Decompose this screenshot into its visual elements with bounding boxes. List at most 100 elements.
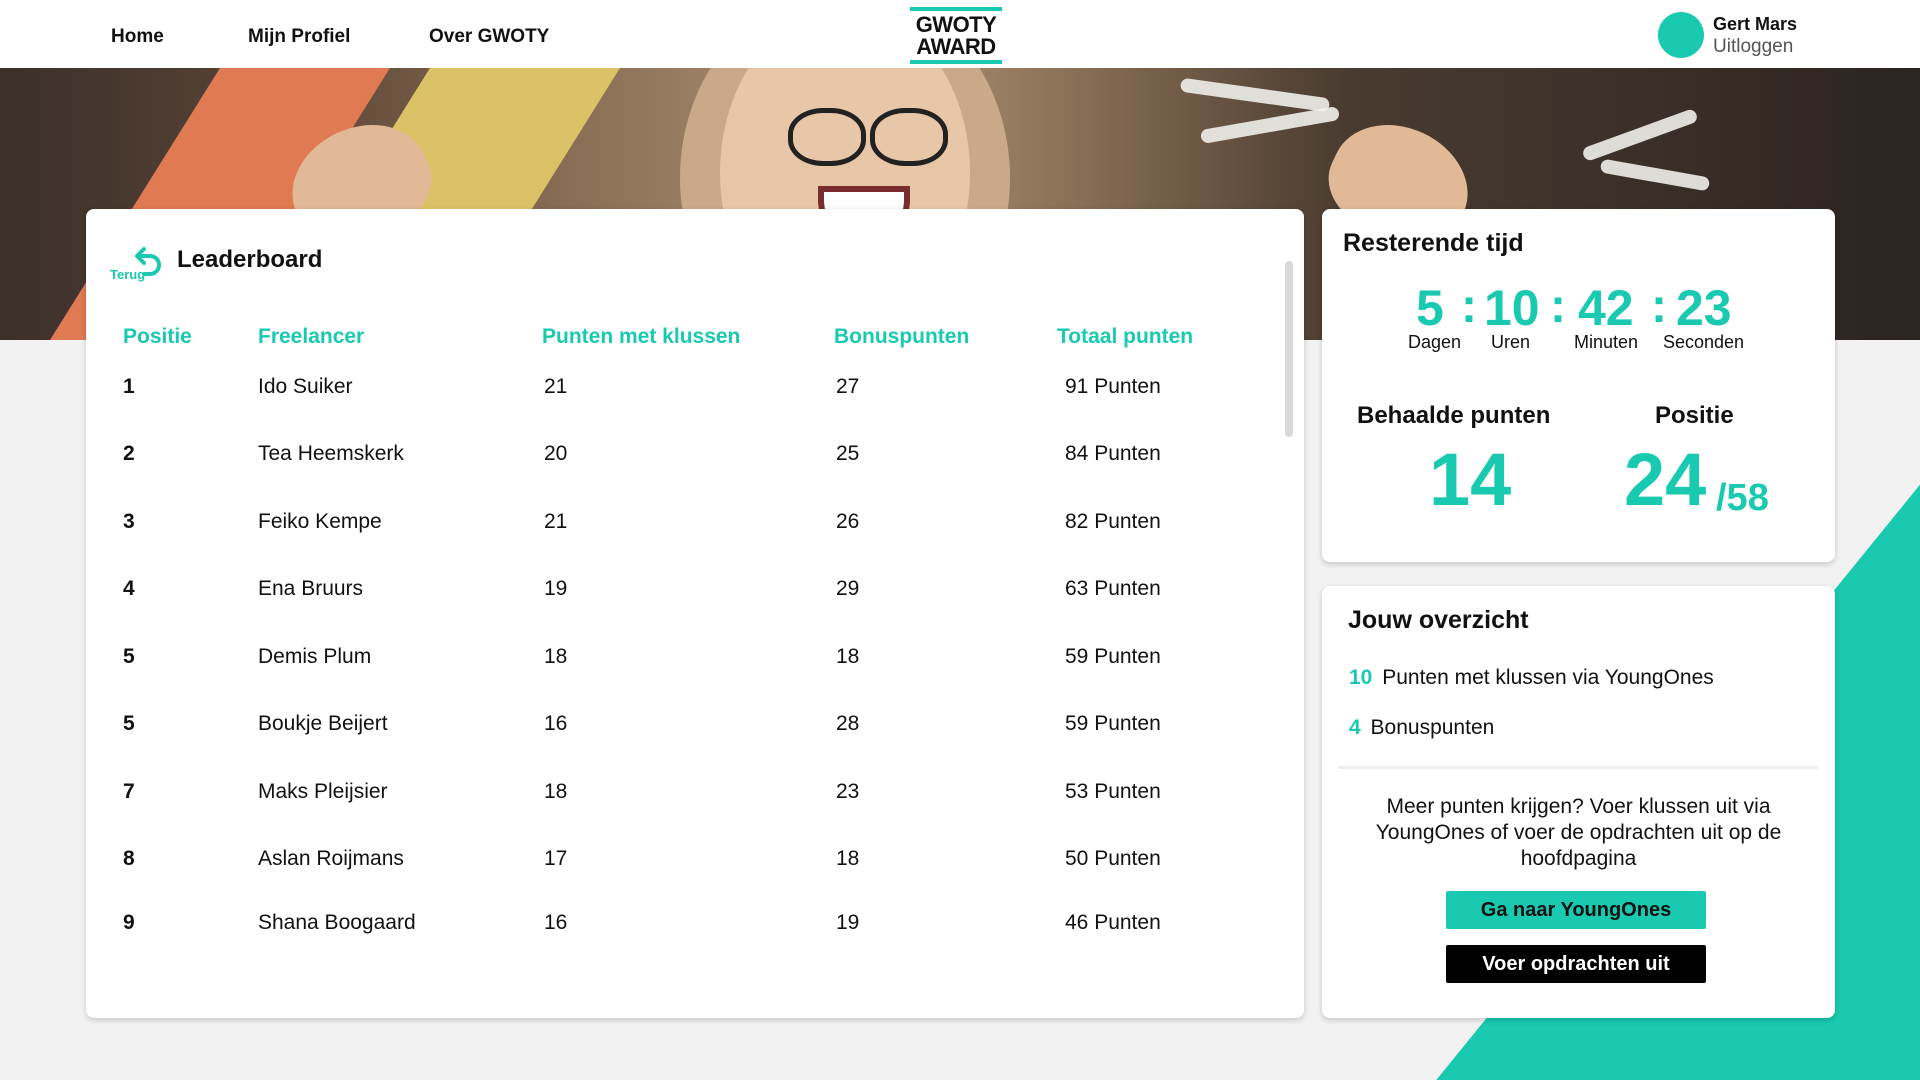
overview-card: Jouw overzicht 10 Punten met klussen via… bbox=[1322, 586, 1835, 1018]
overview-bonus-points: 4 Bonuspunten bbox=[1349, 716, 1494, 740]
cell-freelancer: Boukje Beijert bbox=[258, 712, 388, 735]
column-header-total-points[interactable]: Totaal punten bbox=[1057, 325, 1193, 349]
table-row[interactable]: 4 Ena Bruurs 19 29 63 Punten bbox=[86, 577, 1266, 617]
cell-total-points: 91 Punten bbox=[1065, 375, 1161, 398]
cell-position: 9 bbox=[123, 911, 135, 934]
table-row[interactable]: 2 Tea Heemskerk 20 25 84 Punten bbox=[86, 442, 1266, 482]
overview-bonus-points-label: Bonuspunten bbox=[1370, 716, 1495, 739]
cell-position: 1 bbox=[123, 375, 135, 398]
countdown-minutes-label: Minuten bbox=[1574, 332, 1639, 352]
divider bbox=[1338, 766, 1818, 769]
position-label: Positie bbox=[1655, 402, 1734, 429]
countdown-colon: : bbox=[1550, 280, 1566, 333]
cell-position: 3 bbox=[123, 510, 135, 533]
cell-bonus-points: 18 bbox=[836, 847, 860, 870]
overview-job-points: 10 Punten met klussen via YoungOnes bbox=[1349, 666, 1714, 690]
cell-position: 8 bbox=[123, 847, 135, 870]
nav-home-link[interactable]: Home bbox=[111, 26, 164, 48]
countdown-days: 5 bbox=[1416, 280, 1444, 336]
logout-link[interactable]: Uitloggen bbox=[1713, 36, 1793, 58]
cell-position: 7 bbox=[123, 780, 135, 803]
countdown-seconds-label: Seconden bbox=[1663, 332, 1745, 352]
overview-job-points-value: 10 bbox=[1349, 666, 1373, 689]
table-row[interactable]: 7 Maks Pleijsier 18 23 53 Punten bbox=[86, 780, 1266, 820]
countdown-minutes: 42 bbox=[1578, 280, 1634, 336]
table-row[interactable]: 3 Feiko Kempe 21 26 82 Punten bbox=[86, 510, 1266, 550]
table-row[interactable]: 5 Demis Plum 18 18 59 Punten bbox=[86, 645, 1266, 685]
cell-total-points: 84 Punten bbox=[1065, 442, 1161, 465]
cell-total-points: 59 Punten bbox=[1065, 712, 1161, 735]
points-label: Behaalde punten bbox=[1357, 402, 1551, 429]
logo-line-2: AWARD bbox=[916, 33, 996, 59]
cell-freelancer: Ido Suiker bbox=[258, 375, 353, 398]
top-navigation: Home Mijn Profiel Over GWOTY GWOTY AWARD… bbox=[0, 0, 1920, 68]
cell-total-points: 82 Punten bbox=[1065, 510, 1161, 533]
cell-freelancer: Feiko Kempe bbox=[258, 510, 382, 533]
column-header-bonus-points[interactable]: Bonuspunten bbox=[834, 325, 969, 349]
overview-bonus-points-value: 4 bbox=[1349, 716, 1361, 739]
cell-freelancer: Maks Pleijsier bbox=[258, 780, 388, 803]
hero-light bbox=[1179, 77, 1331, 113]
cell-total-points: 53 Punten bbox=[1065, 780, 1161, 803]
table-row[interactable]: 9 Shana Boogaard 16 19 46 Punten bbox=[86, 911, 1266, 951]
cell-freelancer: Ena Bruurs bbox=[258, 577, 364, 600]
leaderboard-title: Leaderboard bbox=[177, 246, 323, 273]
cell-position: 2 bbox=[123, 442, 135, 465]
do-assignments-button[interactable]: Voer opdrachten uit bbox=[1446, 945, 1706, 983]
countdown-card: Resterende tijd 5 : 10 : 42 : 23 Dagen U… bbox=[1322, 209, 1835, 562]
hero-light bbox=[1199, 105, 1341, 145]
column-header-job-points[interactable]: Punten met klussen bbox=[542, 325, 740, 349]
go-to-youngones-button[interactable]: Ga naar YoungOnes bbox=[1446, 891, 1706, 929]
cell-job-points: 21 bbox=[544, 375, 568, 398]
nav-about-link[interactable]: Over GWOTY bbox=[429, 26, 549, 48]
column-header-position[interactable]: Positie bbox=[123, 325, 192, 349]
nav-profile-link[interactable]: Mijn Profiel bbox=[248, 26, 350, 48]
logo-line-1: GWOTY bbox=[915, 11, 997, 37]
countdown-title: Resterende tijd bbox=[1343, 229, 1524, 257]
cell-bonus-points: 25 bbox=[836, 442, 860, 465]
countdown-days-label: Dagen bbox=[1408, 332, 1462, 352]
countdown-colon: : bbox=[1651, 280, 1667, 333]
table-row[interactable]: 1 Ido Suiker 21 27 91 Punten bbox=[86, 375, 1266, 415]
cell-bonus-points: 27 bbox=[836, 375, 860, 398]
hero-light bbox=[1599, 158, 1711, 192]
user-name: Gert Mars bbox=[1713, 14, 1798, 34]
cell-total-points: 63 Punten bbox=[1065, 577, 1161, 600]
scrollbar[interactable] bbox=[1285, 261, 1293, 437]
cell-total-points: 46 Punten bbox=[1065, 911, 1161, 934]
cell-freelancer: Demis Plum bbox=[258, 645, 372, 668]
gwoty-logo[interactable]: GWOTY AWARD bbox=[910, 7, 1002, 64]
leaderboard-card: Terug Leaderboard Positie Freelancer Pun… bbox=[86, 209, 1304, 1018]
position-total: /58 bbox=[1716, 477, 1769, 519]
hero-glasses-right bbox=[870, 108, 948, 166]
cell-job-points: 18 bbox=[544, 780, 568, 803]
countdown-colon: : bbox=[1461, 280, 1477, 333]
avatar[interactable] bbox=[1658, 12, 1704, 58]
cell-total-points: 59 Punten bbox=[1065, 645, 1161, 668]
points-value: 14 bbox=[1429, 438, 1512, 521]
cell-job-points: 17 bbox=[544, 847, 568, 870]
cell-bonus-points: 19 bbox=[836, 911, 860, 934]
cell-job-points: 20 bbox=[544, 442, 568, 465]
cell-job-points: 21 bbox=[544, 510, 568, 533]
table-row[interactable]: 5 Boukje Beijert 16 28 59 Punten bbox=[86, 712, 1266, 752]
hero-glasses-left bbox=[788, 108, 866, 166]
overview-title: Jouw overzicht bbox=[1348, 606, 1529, 634]
cell-bonus-points: 29 bbox=[836, 577, 860, 600]
cell-bonus-points: 23 bbox=[836, 780, 860, 803]
cell-position: 5 bbox=[123, 645, 135, 668]
column-header-freelancer[interactable]: Freelancer bbox=[258, 325, 364, 349]
cell-bonus-points: 26 bbox=[836, 510, 860, 533]
countdown-seconds: 23 bbox=[1676, 280, 1732, 336]
cell-bonus-points: 18 bbox=[836, 645, 860, 668]
cell-freelancer: Tea Heemskerk bbox=[258, 442, 404, 465]
back-button[interactable]: Terug bbox=[110, 245, 166, 285]
table-row[interactable]: 8 Aslan Roijmans 17 18 50 Punten bbox=[86, 847, 1266, 887]
overview-info-text: Meer punten krijgen? Voer klussen uit vi… bbox=[1375, 795, 1782, 870]
cell-freelancer: Shana Boogaard bbox=[258, 911, 416, 934]
countdown-hours: 10 bbox=[1484, 280, 1540, 336]
cell-position: 5 bbox=[123, 712, 135, 735]
hero-light bbox=[1581, 107, 1699, 163]
overview-job-points-label: Punten met klussen via YoungOnes bbox=[1382, 666, 1714, 689]
cell-job-points: 16 bbox=[544, 911, 568, 934]
